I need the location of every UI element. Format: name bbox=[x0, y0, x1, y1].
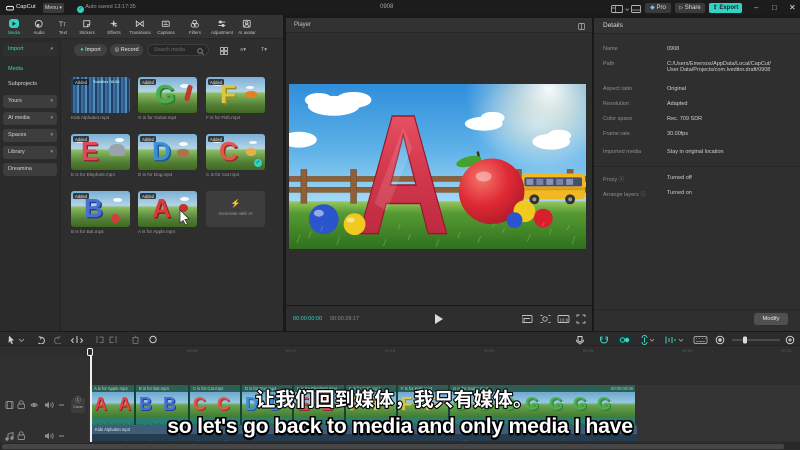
svg-text:T: T bbox=[63, 22, 67, 28]
svg-text:16:9: 16:9 bbox=[560, 317, 569, 322]
